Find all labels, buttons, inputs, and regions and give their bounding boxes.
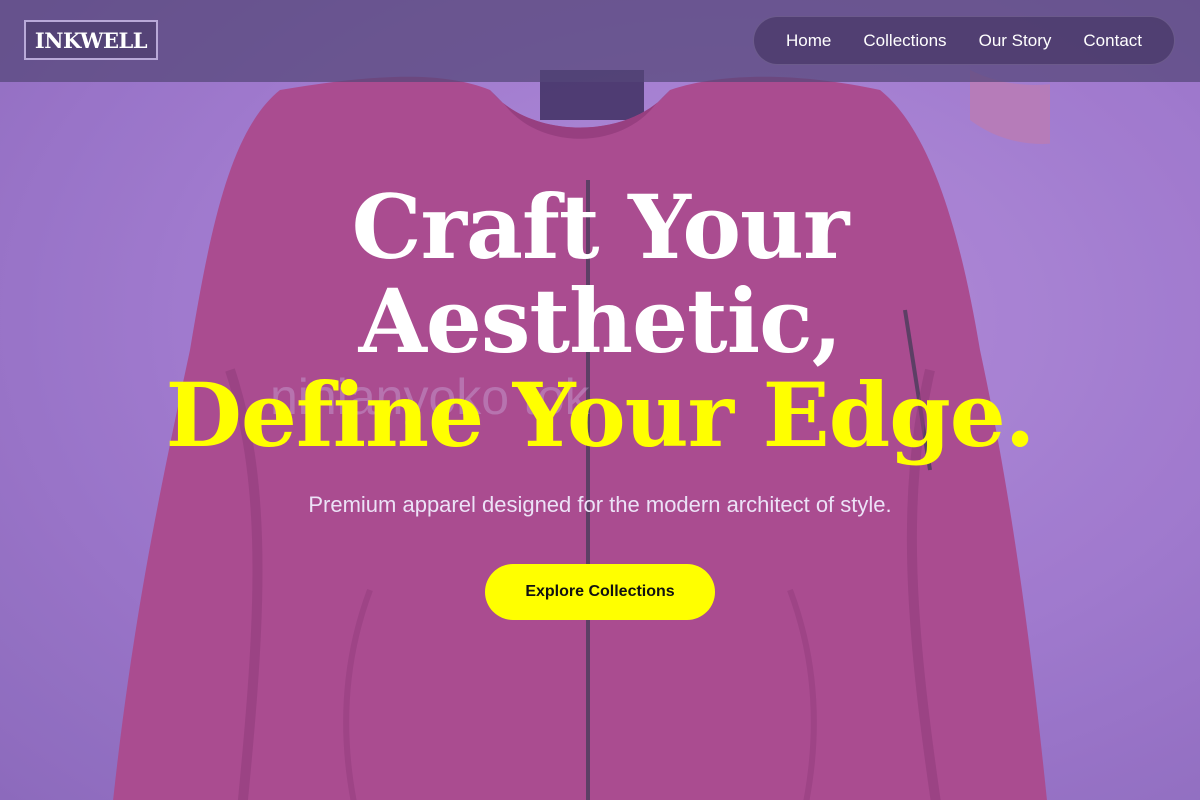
hero-title-line-2: Aesthetic,: [358, 269, 843, 373]
hero-title-line-1: Craft Your: [351, 175, 850, 279]
brand-logo[interactable]: INKWELL: [24, 20, 158, 60]
site-header: INKWELL Home Collections Our Story Conta…: [0, 0, 1200, 82]
nav-link-contact[interactable]: Contact: [1083, 31, 1142, 51]
landing-page: ninianyoko tok INKWELL Home Collections …: [0, 0, 1200, 800]
hero-subtitle: Premium apparel designed for the modern …: [308, 492, 892, 517]
main-nav: Home Collections Our Story Contact: [753, 16, 1175, 65]
nav-link-collections[interactable]: Collections: [863, 31, 946, 51]
nav-link-our-story[interactable]: Our Story: [979, 31, 1052, 51]
hero-section: Craft Your Aesthetic, Define Your Edge. …: [0, 180, 1200, 518]
explore-collections-button[interactable]: Explore Collections: [485, 564, 715, 620]
hero-title-line-3: Define Your Edge.: [165, 363, 1036, 467]
nav-link-home[interactable]: Home: [786, 31, 831, 51]
